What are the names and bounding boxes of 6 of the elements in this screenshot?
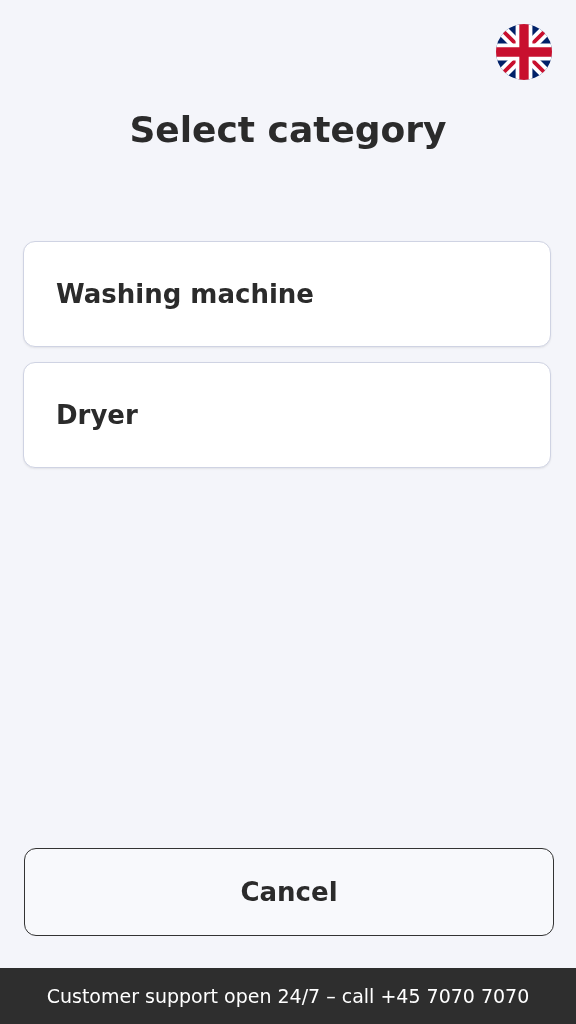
flag-icon[interactable] — [496, 24, 552, 80]
category-button[interactable]: Washing machine — [23, 241, 551, 348]
support-footer: Customer support open 24/7 – call +45 7070 7070 — [0, 968, 576, 1024]
page-title: Select category — [128, 108, 448, 152]
cancel-button[interactable]: Cancel — [24, 848, 554, 936]
category-button[interactable]: Dryer — [23, 362, 551, 469]
